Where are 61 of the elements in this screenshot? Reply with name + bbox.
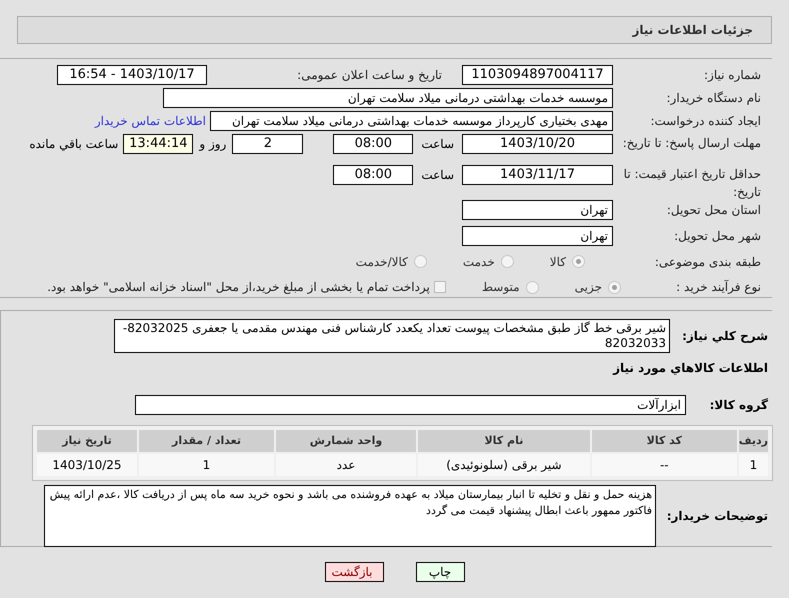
buyer-name-field: موسسه خدمات بهداشتی درمانی میلاد سلامت تهران: [163, 88, 613, 108]
field-label: شرح کلي نياز:: [681, 328, 768, 345]
time-field: 08:00: [333, 165, 414, 186]
field-label: شماره نیاز:: [703, 67, 761, 84]
checkbox[interactable]: [434, 281, 446, 294]
table-cell: --: [592, 454, 737, 476]
field-label: گروه کالا:: [708, 397, 768, 414]
goods-group-field: ابزارآلات: [135, 395, 686, 415]
field-label: شهر محل تحویل:: [673, 228, 761, 246]
field-label: حداقل تاریخ اعتبار قیمت: تا تاریخ:: [622, 166, 761, 202]
date-field: 1403/10/20: [462, 134, 613, 154]
time-label: ساعت: [420, 136, 455, 153]
remaining-time-field: 13:44:14: [123, 134, 194, 154]
field-label: استان محل تحویل:: [666, 202, 761, 220]
field-label: طبقه بندی موضوعی:: [654, 254, 761, 271]
time-field: 08:00: [333, 134, 414, 154]
column-header: نام کالا: [418, 430, 590, 452]
time-label: ساعت: [420, 167, 455, 184]
field-label: نام دستگاه خریدار:: [666, 90, 761, 107]
table-cell: شیر برقی (سلونوئیدی): [418, 454, 590, 476]
column-header: تعداد / مقدار: [139, 430, 274, 452]
radio-label: متوسط: [482, 279, 520, 296]
remaining-label: ساعت باقي مانده: [29, 136, 120, 153]
column-header: تاریخ نیاز: [37, 430, 137, 452]
column-header: کد کالا: [592, 430, 737, 452]
creator-field: مهدی بختیاری کارپرداز موسسه خدمات بهداشتی درمانی میلاد سلامت تهران: [210, 111, 613, 131]
field-label: مهلت ارسال پاسخ: تا تاریخ:: [622, 135, 761, 152]
back-button[interactable]: بازگشت: [324, 562, 384, 582]
page-title: جزئیات اطلاعات نیاز: [632, 22, 753, 39]
buyer-contact-link[interactable]: اطلاعات تماس خریدار: [94, 112, 206, 130]
radio-label: جزیی: [574, 279, 602, 296]
table-cell: 1403/10/25: [37, 454, 137, 476]
province-field: تهران: [462, 200, 613, 220]
date-field: 1403/11/17: [462, 165, 613, 186]
table-cell: 1: [139, 454, 274, 476]
days-field: 2: [232, 134, 304, 154]
radio-label: کالا: [550, 254, 566, 271]
radio-button[interactable]: [608, 280, 621, 294]
field-label: نوع فرآیند خرید :: [675, 279, 761, 296]
need-number-field: 1103094897004117: [462, 65, 613, 85]
field-label: ایجاد کننده درخواست:: [649, 113, 761, 130]
table-cell: 1: [738, 454, 768, 476]
payment-note: پرداخت تمام یا بخشی از مبلغ خرید،از محل "اسناد خزانه اسلامی" خواهد بود.: [47, 279, 430, 296]
radio-button[interactable]: [414, 255, 427, 268]
section-heading: اطلاعات کالاهاي مورد نياز: [613, 361, 768, 375]
column-header: واحد شمارش: [276, 430, 416, 452]
field-label: توضیحات خریدار:: [666, 508, 768, 525]
radio-button[interactable]: [572, 255, 585, 268]
radio-button[interactable]: [526, 280, 539, 294]
radio-label: کالا/خدمت: [356, 254, 408, 271]
city-field: تهران: [462, 226, 613, 246]
print-button[interactable]: چاپ: [416, 562, 464, 582]
buyer-notes-textarea[interactable]: هزینه حمل و نقل و تخلیه تا انبار بیمارستان میلاد به عهده فروشنده می باشد و نحوه خرید سه ماه پس از دریافت کالا ،عدم ارائه پیش فاکتور ممهور باعث ابطال پیشنهاد قیمت می گردد: [44, 485, 656, 547]
table-cell: عدد: [276, 454, 416, 476]
field-label: تاریخ و ساعت اعلان عمومی:: [296, 67, 442, 84]
radio-label: خدمت: [462, 254, 495, 271]
announce-date-field: 1403/10/17 - 16:54: [57, 65, 207, 85]
days-label: روز و: [198, 136, 228, 153]
description-textarea[interactable]: شیر برقی خط گاز طبق مشخصات پیوست تعداد یکعدد کارشناس فنی مهندس مقدمی یا جعفری 82032025-82032033: [114, 319, 670, 353]
radio-button[interactable]: [500, 255, 514, 268]
column-header: ردیف: [738, 430, 768, 452]
